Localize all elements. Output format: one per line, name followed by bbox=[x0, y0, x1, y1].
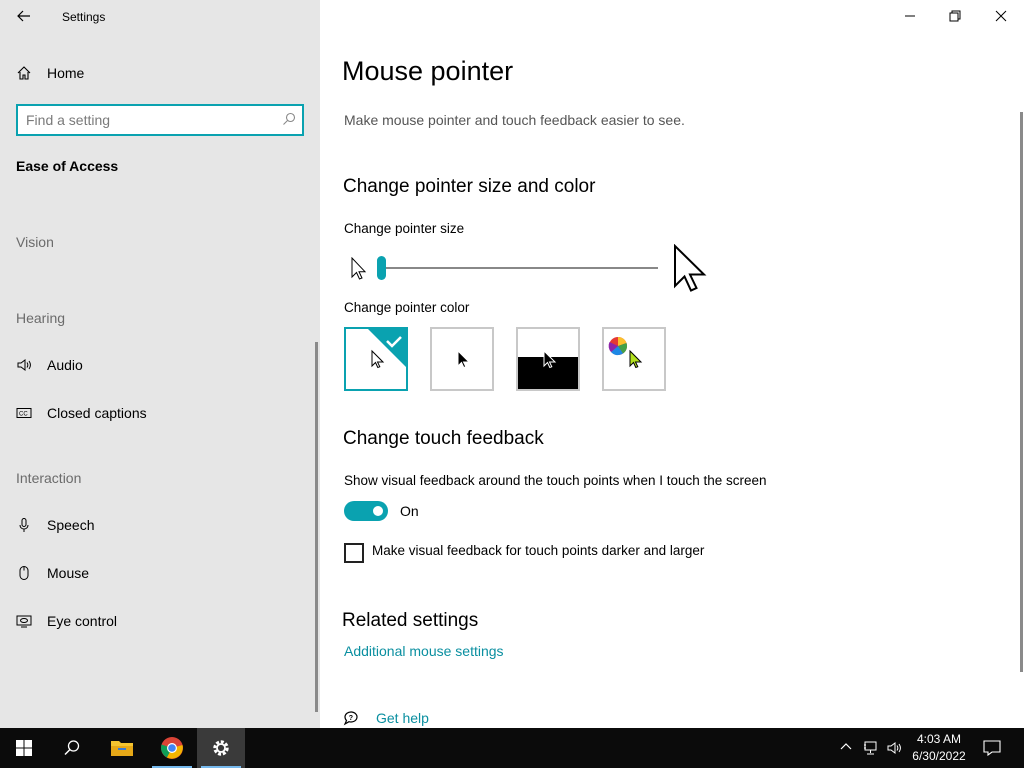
category-title: Ease of Access bbox=[16, 158, 119, 174]
additional-mouse-settings-link[interactable]: Additional mouse settings bbox=[344, 643, 504, 659]
pointer-color-label: Change pointer color bbox=[344, 300, 470, 315]
back-arrow-icon[interactable] bbox=[14, 6, 34, 26]
main-scrollbar[interactable] bbox=[1020, 112, 1023, 672]
restore-icon[interactable] bbox=[945, 8, 965, 24]
get-help-link[interactable]: Get help bbox=[376, 710, 429, 726]
volume-icon[interactable] bbox=[886, 740, 902, 761]
sidebar-item-label: Eye control bbox=[47, 613, 118, 629]
darker-feedback-label[interactable]: Make visual feedback for touch points da… bbox=[372, 543, 704, 558]
taskbar-clock[interactable]: 4:03 AM 6/30/2022 bbox=[904, 731, 974, 765]
pointer-size-slider-track[interactable] bbox=[378, 267, 658, 269]
speaker-icon bbox=[16, 357, 32, 373]
pointer-size-label: Change pointer size bbox=[344, 221, 465, 236]
section-title-related: Related settings bbox=[342, 610, 479, 631]
sidebar-item-home[interactable]: Home bbox=[16, 61, 84, 85]
pointer-color-black[interactable] bbox=[430, 327, 494, 391]
sidebar-item-label: Audio bbox=[47, 357, 83, 373]
darker-feedback-checkbox[interactable] bbox=[344, 543, 364, 563]
file-explorer-icon[interactable] bbox=[98, 728, 146, 768]
notification-icon[interactable] bbox=[983, 740, 1001, 761]
small-cursor-icon bbox=[351, 256, 367, 286]
home-icon bbox=[16, 65, 32, 81]
group-hearing: Hearing bbox=[16, 310, 66, 326]
page-title: Mouse pointer bbox=[342, 56, 514, 86]
main-content: Mouse pointer Make mouse pointer and tou… bbox=[320, 0, 1024, 728]
taskbar bbox=[0, 728, 1024, 768]
pointer-color-white[interactable] bbox=[344, 327, 408, 391]
chevron-up-icon[interactable] bbox=[839, 740, 853, 759]
clock-time: 4:03 AM bbox=[916, 732, 962, 746]
section-title-pointer: Change pointer size and color bbox=[343, 176, 596, 197]
search-icon[interactable] bbox=[48, 728, 96, 768]
touch-feedback-label: Show visual feedback around the touch po… bbox=[344, 473, 767, 488]
minimize-icon[interactable] bbox=[900, 8, 920, 24]
sidebar-item-label: Home bbox=[47, 65, 85, 81]
pointer-size-slider-thumb[interactable] bbox=[377, 256, 386, 280]
svg-text:CC: CC bbox=[19, 412, 28, 418]
search-input[interactable] bbox=[26, 111, 266, 129]
sidebar-item-eye-control[interactable]: Eye control bbox=[16, 609, 117, 633]
sidebar-item-label: Closed captions bbox=[47, 405, 147, 421]
sidebar-scrollbar[interactable] bbox=[315, 342, 318, 712]
mouse-icon bbox=[16, 565, 32, 581]
search-icon[interactable] bbox=[282, 112, 296, 131]
sidebar-item-label: Speech bbox=[47, 517, 95, 533]
sidebar-item-speech[interactable]: Speech bbox=[16, 513, 94, 537]
group-interaction: Interaction bbox=[16, 470, 82, 486]
section-title-touch: Change touch feedback bbox=[343, 428, 544, 449]
touch-feedback-toggle-state: On bbox=[400, 503, 419, 519]
sidebar-item-mouse[interactable]: Mouse bbox=[16, 561, 89, 585]
settings-icon[interactable] bbox=[197, 728, 245, 768]
sidebar-item-closed-captions[interactable]: CC Closed captions bbox=[16, 401, 147, 425]
closed-captions-icon: CC bbox=[16, 405, 32, 421]
eye-control-icon bbox=[16, 613, 32, 629]
start-icon[interactable] bbox=[0, 728, 48, 768]
touch-feedback-toggle[interactable] bbox=[344, 501, 388, 521]
sidebar: Settings Home Ease of Access Vision Hear… bbox=[0, 0, 320, 728]
large-cursor-icon bbox=[673, 243, 707, 301]
toggle-knob bbox=[373, 506, 383, 516]
sidebar-item-audio[interactable]: Audio bbox=[16, 353, 83, 377]
network-icon[interactable] bbox=[863, 740, 879, 761]
chrome-icon[interactable] bbox=[148, 728, 196, 768]
pointer-color-inverted[interactable] bbox=[516, 327, 580, 391]
close-icon[interactable] bbox=[991, 8, 1011, 24]
group-vision: Vision bbox=[16, 234, 54, 250]
clock-date: 6/30/2022 bbox=[912, 749, 966, 763]
app-title: Settings bbox=[62, 10, 106, 24]
microphone-icon bbox=[16, 517, 32, 533]
search-box[interactable] bbox=[16, 104, 304, 136]
pointer-color-custom[interactable] bbox=[602, 327, 666, 391]
sidebar-item-label: Mouse bbox=[47, 565, 90, 581]
page-description: Make mouse pointer and touch feedback ea… bbox=[344, 112, 685, 128]
svg-text:?: ? bbox=[349, 715, 353, 722]
